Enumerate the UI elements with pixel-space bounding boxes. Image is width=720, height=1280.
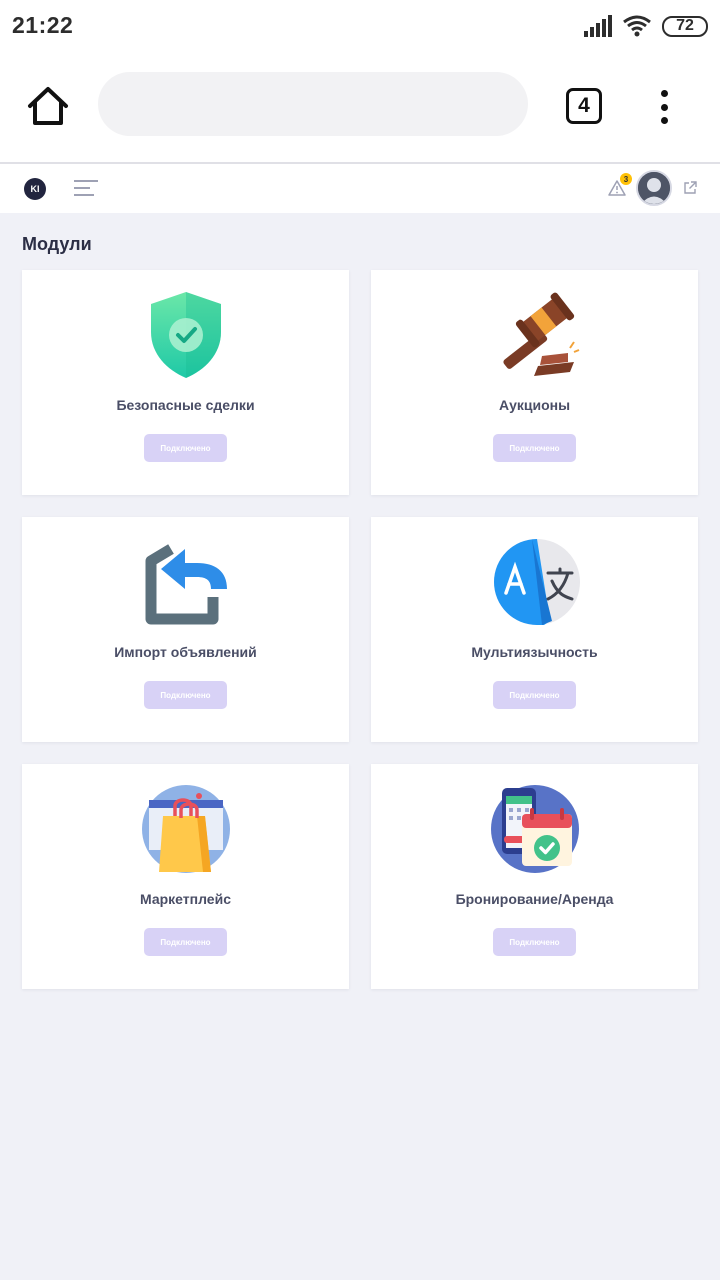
home-icon[interactable] <box>26 86 70 126</box>
module-card-import[interactable]: Импорт объявлений Подключено <box>22 517 349 742</box>
module-title: Импорт объявлений <box>114 644 257 660</box>
menu-dot <box>660 103 668 111</box>
module-card-booking[interactable]: Бронирование/Аренда Подключено <box>371 764 698 989</box>
module-card-marketplace[interactable]: Маркетплейс Подключено <box>22 764 349 989</box>
user-avatar[interactable] <box>636 170 672 206</box>
import-icon <box>145 544 227 625</box>
url-bar[interactable] <box>98 72 528 136</box>
gavel-icon <box>503 292 580 376</box>
module-card-multilanguage[interactable]: Мультиязычность Подключено <box>371 517 698 742</box>
signal-icon <box>584 15 612 37</box>
module-title: Аукционы <box>498 397 571 413</box>
sidebar-toggle-icon[interactable] <box>74 180 98 196</box>
app-header: KI 3 <box>0 162 720 213</box>
page-title: Модули <box>22 234 92 254</box>
module-card-auctions[interactable]: Аукционы Подключено <box>371 270 698 495</box>
connected-button[interactable]: Подключено <box>493 434 576 462</box>
battery-indicator: 72 <box>662 15 708 37</box>
app-logo[interactable]: KI <box>24 178 46 200</box>
module-title: Маркетплейс <box>140 891 231 907</box>
user-avatar-icon <box>638 172 670 204</box>
browser-menu-button[interactable] <box>650 88 678 126</box>
connected-button[interactable]: Подключено <box>144 434 227 462</box>
module-title: Безопасные сделки <box>116 397 255 413</box>
browser-toolbar: 4 <box>0 52 720 162</box>
menu-dot <box>660 117 668 124</box>
shield-check-icon <box>151 292 221 378</box>
connected-button[interactable]: Подключено <box>493 928 576 956</box>
module-title: Мультиязычность <box>471 644 598 660</box>
tab-count-button[interactable]: 4 <box>566 88 602 124</box>
notification-badge: 3 <box>620 173 632 185</box>
shopping-bag-icon <box>142 785 230 873</box>
module-card-secure-deals[interactable]: Безопасные сделки Подключено <box>22 270 349 495</box>
status-icons: 72 <box>584 14 708 38</box>
translate-icon <box>494 539 580 625</box>
connected-button[interactable]: Подключено <box>144 681 227 709</box>
wifi-icon <box>623 15 651 37</box>
connected-button[interactable]: Подключено <box>144 928 227 956</box>
module-title: Бронирование/Аренда <box>455 891 614 907</box>
status-time: 21:22 <box>12 12 74 38</box>
booking-calendar-icon <box>491 785 579 873</box>
connected-button[interactable]: Подключено <box>493 681 576 709</box>
status-bar: 21:22 72 <box>0 0 720 52</box>
menu-dot <box>660 90 668 97</box>
external-link-icon[interactable] <box>683 181 697 195</box>
